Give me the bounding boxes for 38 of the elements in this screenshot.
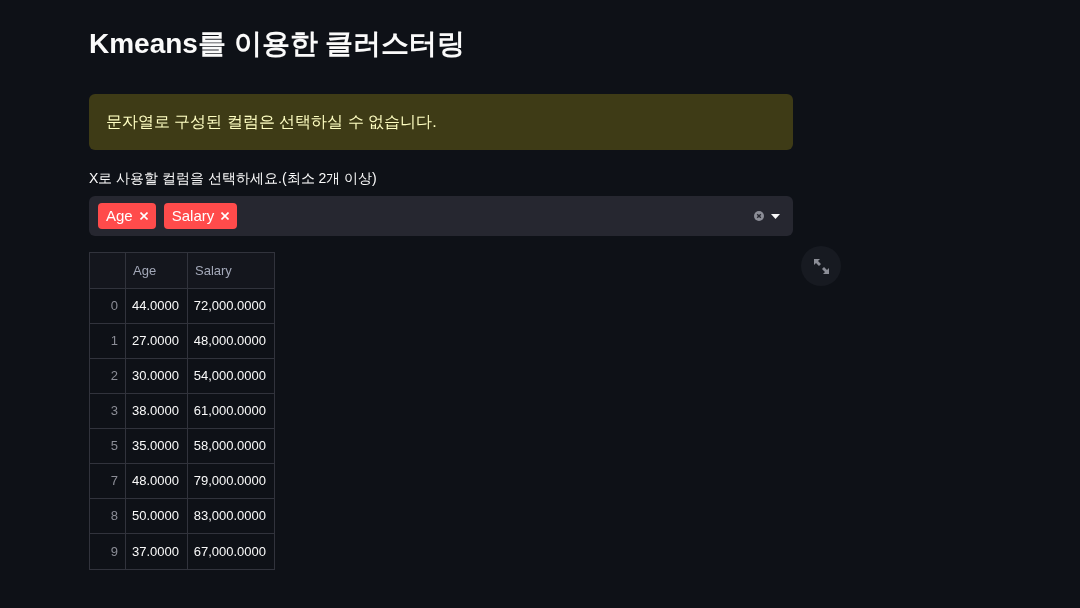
row-index: 7 — [110, 472, 118, 491]
warning-text: 문자열로 구성된 컬럼은 선택하실 수 없습니다. — [106, 112, 437, 132]
row-index: 1 — [110, 332, 118, 351]
row-index: 3 — [110, 402, 118, 421]
table-cell-text: 30.0000 — [132, 367, 179, 386]
row-index: 8 — [110, 507, 118, 526]
caret-icon[interactable] — [771, 213, 780, 219]
page-title: Kmeans를 이용한 클러스터링 — [89, 27, 466, 61]
column-header[interactable]: Age — [133, 260, 157, 281]
table-cell-text: 50.0000 — [132, 507, 179, 526]
remove-icon[interactable] — [139, 212, 148, 220]
table-cell-text: 38.0000 — [132, 402, 179, 421]
row-index: 0 — [110, 297, 118, 316]
table-cell-text: 72,000.0000 — [193, 297, 266, 316]
row-index: 9 — [110, 542, 118, 561]
table-cell-text: 54,000.0000 — [193, 367, 266, 386]
table-cell-text: 61,000.0000 — [193, 402, 266, 421]
table-cell-text: 35.0000 — [132, 437, 179, 456]
table-cell-text: 48,000.0000 — [193, 332, 266, 351]
table-cell-text: 67,000.0000 — [193, 542, 266, 561]
table-cell-text: 37.0000 — [132, 542, 179, 561]
fullscreen-button[interactable] — [801, 246, 841, 286]
table-cell-text: 27.0000 — [132, 332, 179, 351]
table-cell-text: 79,000.0000 — [193, 472, 266, 491]
table-cell-text: 58,000.0000 — [193, 437, 266, 456]
remove-icon[interactable] — [221, 212, 230, 220]
row-index: 5 — [110, 437, 118, 456]
column-header[interactable]: Salary — [195, 260, 232, 281]
row-index: 2 — [110, 367, 118, 386]
table-cell-text: 83,000.0000 — [193, 507, 266, 526]
selected-tag[interactable]: Salary — [163, 203, 238, 229]
table-cell-text: 48.0000 — [132, 472, 179, 491]
selected-tag[interactable]: Age — [98, 203, 156, 229]
expand-icon — [813, 258, 829, 274]
field-label: X로 사용할 컬럼을 선택하세요.(최소 2개 이상) — [89, 169, 377, 188]
clear-icon[interactable] — [754, 211, 764, 221]
table-cell-text: 44.0000 — [132, 297, 179, 316]
multiselect-field[interactable]: Age Salary — [89, 196, 793, 236]
